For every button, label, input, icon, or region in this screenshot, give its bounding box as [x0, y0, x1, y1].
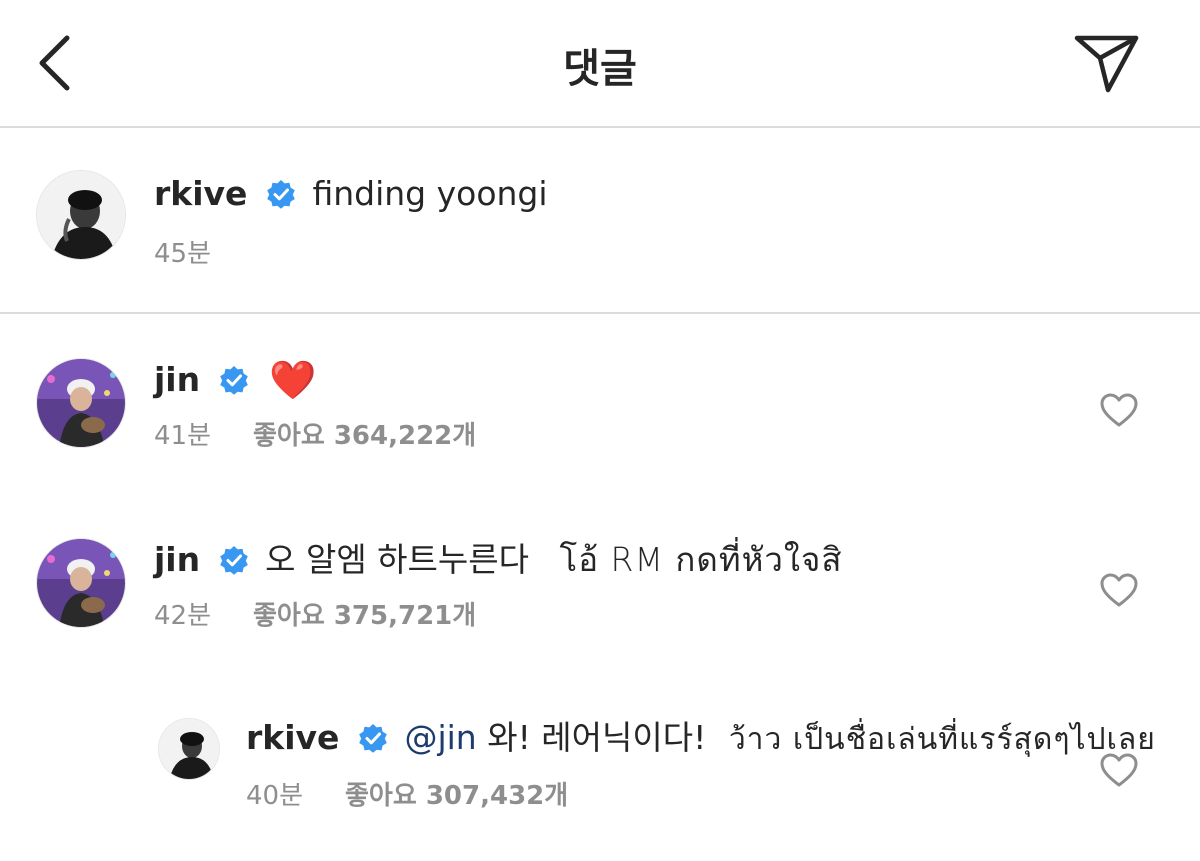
caption-line: rkive finding yoongi — [154, 174, 548, 214]
avatar[interactable] — [36, 538, 126, 628]
top-bar: 댓글 — [0, 0, 1200, 128]
timestamp: 40분 — [246, 781, 304, 811]
like-button[interactable] — [1099, 392, 1139, 428]
timestamp: 45분 — [154, 239, 212, 269]
avatar[interactable] — [36, 358, 126, 448]
reply-meta: 40분 좋아요 307,432개 — [246, 780, 568, 812]
heart-outline-icon — [1100, 573, 1138, 607]
mention-link[interactable]: @jin — [404, 718, 476, 757]
heart-outline-icon — [1100, 393, 1138, 427]
like-button[interactable] — [1099, 752, 1139, 788]
comment-text: 오 알엠 하트누른다 — [265, 540, 529, 579]
reply-line: rkive @jin 와! 레어닉이다! ว้าว เป็นชื่อเล่นที… — [246, 718, 1156, 760]
username[interactable]: rkive — [246, 718, 339, 757]
like-count[interactable]: 좋아요 364,222개 — [253, 421, 476, 451]
comment-meta: 41분 좋아요 364,222개 — [154, 420, 476, 452]
reply-text: 와! 레어닉이다! — [487, 718, 707, 757]
like-button[interactable] — [1099, 572, 1139, 608]
caption-text: finding yoongi — [312, 174, 548, 213]
heart-outline-icon — [1100, 753, 1138, 787]
verified-badge-icon — [219, 546, 248, 575]
timestamp: 41분 — [154, 421, 212, 451]
timestamp: 42분 — [154, 601, 212, 631]
verified-badge-icon — [219, 366, 248, 395]
translation-text: ว้าว เป็นชื่อเล่นที่แรร์สุดๆไปเลย — [728, 722, 1156, 757]
username[interactable]: jin — [154, 360, 200, 399]
verified-badge-icon — [267, 180, 295, 209]
comment-meta: 42분 좋아요 375,721개 — [154, 600, 476, 632]
like-count[interactable]: 좋아요 307,432개 — [345, 781, 568, 811]
verified-badge-icon — [359, 724, 387, 753]
username[interactable]: jin — [154, 540, 200, 579]
avatar[interactable] — [158, 718, 220, 780]
username[interactable]: rkive — [154, 174, 247, 213]
like-count[interactable]: 좋아요 375,721개 — [253, 601, 476, 631]
page-title: 댓글 — [563, 46, 637, 92]
caption-meta: 45분 — [154, 238, 211, 270]
paper-plane-icon — [1074, 35, 1139, 93]
comment-line: jin 오 알엠 하트누른다 โอ้ RM กดที่หัวใจสิ — [154, 540, 842, 580]
avatar[interactable] — [36, 170, 126, 260]
share-button[interactable] — [1072, 32, 1142, 94]
comment-line: jin ❤️ — [154, 360, 316, 400]
translation-text: โอ้ RM กดที่หัวใจสิ — [559, 540, 843, 579]
post-caption: rkive finding yoongi 45분 — [0, 130, 1200, 314]
heart-emoji: ❤️ — [269, 358, 317, 402]
